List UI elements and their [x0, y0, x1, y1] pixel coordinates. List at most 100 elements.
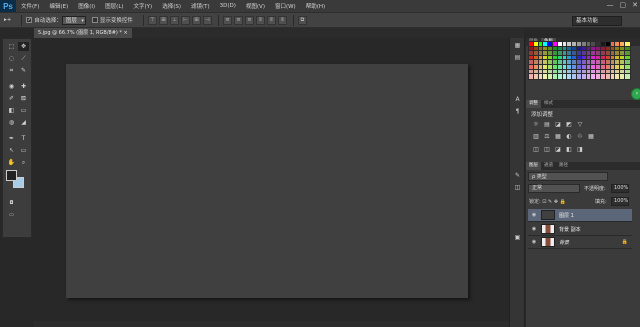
black-white-icon[interactable]: ▦ [554, 133, 562, 141]
distribute-right-icon[interactable]: ⦀ [277, 15, 287, 25]
posterize-icon[interactable]: ◫ [543, 146, 551, 154]
menu-select[interactable]: 选择(S) [157, 2, 186, 10]
tool-preset-picker[interactable]: ▸+ [4, 17, 11, 23]
properties-panel-icon[interactable]: ▤ [513, 54, 522, 62]
swatch[interactable] [623, 73, 631, 80]
screen-mode-icon[interactable]: ▭ [6, 211, 17, 220]
blur-tool-icon[interactable]: ◍ [6, 118, 17, 127]
distribute-bottom-icon[interactable]: ≡ [244, 15, 254, 25]
shape-tool-icon[interactable]: ▭ [18, 146, 29, 155]
menu-image[interactable]: 图像(I) [73, 2, 100, 10]
distribute-hcenter-icon[interactable]: ⦀ [266, 15, 276, 25]
menu-filter[interactable]: 滤镜(T) [186, 2, 215, 10]
blend-mode-dropdown[interactable]: 正常 [528, 184, 580, 193]
move-tool-icon[interactable]: ✥ [18, 42, 29, 51]
color-lookup-icon[interactable]: ▦ [587, 133, 595, 141]
threshold-icon[interactable]: ◪ [554, 146, 562, 154]
layer-comps-icon[interactable]: ▣ [513, 234, 522, 242]
auto-select-checkbox[interactable]: ✓ [26, 17, 33, 23]
distribute-vcenter-icon[interactable]: ≡ [233, 15, 243, 25]
align-left-icon[interactable]: ⊢ [180, 15, 190, 25]
workspace-dropdown[interactable]: 基本功能 [572, 16, 622, 26]
fill-field[interactable]: 100% [611, 197, 629, 206]
exposure-icon[interactable]: ◩ [565, 121, 573, 129]
vibrance-icon[interactable]: ▽ [576, 121, 584, 129]
tab-layers[interactable]: 图层 [526, 162, 541, 170]
character-panel-icon[interactable]: A [513, 96, 522, 104]
menu-window[interactable]: 窗口(W) [270, 2, 301, 10]
distribute-top-icon[interactable]: ≡ [222, 15, 232, 25]
opacity-field[interactable]: 100% [611, 184, 629, 193]
history-brush-tool-icon[interactable]: ⛾ [18, 94, 29, 103]
tab-paths[interactable]: 路径 [556, 162, 571, 170]
path-select-tool-icon[interactable]: ↖ [6, 146, 17, 155]
visibility-eye-icon[interactable]: ◉ [528, 226, 540, 232]
hand-tool-icon[interactable]: ✋ [6, 158, 17, 167]
layer-row[interactable]: ◉ 背景 🔒 [528, 236, 632, 249]
menu-type[interactable]: 文字(Y) [129, 2, 158, 10]
tab-styles[interactable]: 样式 [541, 100, 556, 108]
tab-channels[interactable]: 通道 [541, 162, 556, 170]
pen-tool-icon[interactable]: ✒ [6, 134, 17, 143]
menu-edit[interactable]: 编辑(E) [44, 2, 73, 10]
zoom-tool-icon[interactable]: ⌕ [18, 158, 29, 167]
eyedropper-tool-icon[interactable]: ✎ [18, 66, 29, 75]
foreground-color-swatch[interactable] [6, 170, 17, 181]
brush-panel-icon[interactable]: ✎ [513, 172, 522, 180]
expand-panel-icon[interactable]: › [631, 88, 640, 100]
menu-file[interactable]: 文件(F) [16, 2, 44, 10]
visibility-eye-icon[interactable]: ◉ [528, 239, 540, 245]
show-transform-checkbox[interactable] [91, 17, 98, 23]
menu-3d[interactable]: 3D(D) [215, 3, 241, 9]
clone-stamp-tool-icon[interactable]: ✐ [6, 94, 17, 103]
quick-mask-icon[interactable]: ◘ [6, 199, 17, 208]
canvas[interactable] [66, 64, 468, 298]
layer-row[interactable]: ◉ 背景 副本 [528, 223, 632, 236]
layer-filter-kind[interactable]: ρ 类型 [528, 172, 608, 181]
brush-tool-icon[interactable]: ✚ [18, 82, 29, 91]
gradient-tool-icon[interactable]: ▭ [18, 106, 29, 115]
paragraph-panel-icon[interactable]: ¶ [513, 108, 522, 116]
marquee-tool-icon[interactable]: ⬚ [6, 42, 17, 51]
align-top-icon[interactable]: ⊤ [147, 15, 157, 25]
eraser-tool-icon[interactable]: ◧ [6, 106, 17, 115]
minimize-button[interactable]: — [607, 1, 614, 9]
gradient-map-icon[interactable]: ◨ [576, 146, 584, 154]
tab-adjustments[interactable]: 调整 [526, 100, 541, 108]
maximize-button[interactable]: ▢ [620, 1, 627, 9]
layer-row[interactable]: ◉ 图层 1 [528, 209, 632, 222]
lasso-tool-icon[interactable]: ◌ [6, 54, 17, 63]
levels-icon[interactable]: ▤ [543, 121, 551, 129]
show-transform-option[interactable]: 显示变换控件 [91, 16, 133, 24]
menu-view[interactable]: 视图(V) [241, 2, 270, 10]
dodge-tool-icon[interactable]: ◢ [18, 118, 29, 127]
photo-filter-icon[interactable]: ◐ [565, 133, 573, 141]
selective-color-icon[interactable]: ◧ [565, 146, 573, 154]
clone-source-icon[interactable]: ◫ [513, 184, 522, 192]
align-bottom-icon[interactable]: ⊥ [169, 15, 179, 25]
distribute-left-icon[interactable]: ⦀ [255, 15, 265, 25]
channel-mixer-icon[interactable]: ♲ [576, 133, 584, 141]
close-tab-icon[interactable]: × [124, 30, 128, 36]
align-right-icon[interactable]: ⊣ [202, 15, 212, 25]
color-balance-icon[interactable]: ⚖ [543, 133, 551, 141]
quick-select-tool-icon[interactable]: ⟋ [18, 54, 29, 63]
menu-layer[interactable]: 图层(L) [100, 2, 128, 10]
auto-select-dropdown[interactable]: 图层 [61, 15, 86, 25]
align-vcenter-icon[interactable]: ⊞ [158, 15, 168, 25]
document-tab[interactable]: 5.jpg @ 66.7% (图层 1, RGB/8#) * × [34, 28, 132, 38]
curves-icon[interactable]: ◪ [554, 121, 562, 129]
type-tool-icon[interactable]: T [18, 134, 29, 143]
close-button[interactable]: ✕ [632, 1, 638, 9]
auto-align-icon[interactable]: ⧉ [297, 15, 307, 25]
visibility-eye-icon[interactable]: ◉ [528, 212, 540, 218]
brightness-icon[interactable]: ☼ [532, 121, 540, 129]
healing-brush-tool-icon[interactable]: ◉ [6, 82, 17, 91]
auto-select-option[interactable]: ✓ 自动选择： 图层 [26, 15, 86, 25]
history-panel-icon[interactable]: ▦ [513, 42, 522, 50]
menu-help[interactable]: 帮助(H) [301, 2, 330, 10]
align-hcenter-icon[interactable]: ⊞ [191, 15, 201, 25]
hue-saturation-icon[interactable]: ▥ [532, 133, 540, 141]
crop-tool-icon[interactable]: ⌗ [6, 66, 17, 75]
lock-controls[interactable]: 锁定: ⊡ ✎ ✥ 🔒 [529, 198, 566, 205]
